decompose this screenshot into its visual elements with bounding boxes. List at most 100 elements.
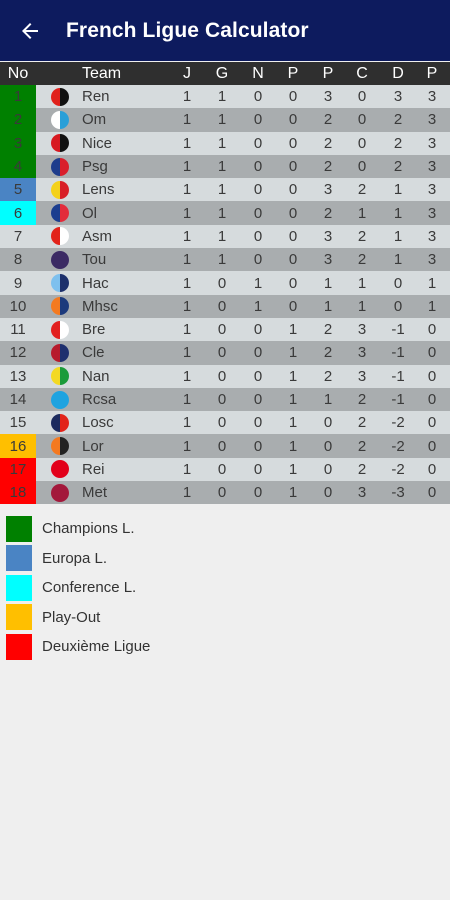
played-cell: 1: [182, 227, 192, 245]
team-logo: [49, 248, 71, 271]
lost-cell: 0: [288, 181, 298, 199]
table-header: No Team J G N P P C D P: [0, 62, 450, 85]
table-row[interactable]: 1 Ren 1 1 0 0 3 0 3 3: [0, 85, 450, 109]
team-name: Nan: [82, 367, 110, 385]
rank-zone-indicator: 2: [0, 108, 36, 132]
goals-for-cell: 3: [323, 88, 333, 106]
team-logo: [49, 108, 71, 131]
points-cell: 3: [427, 111, 437, 129]
drawn-cell: 0: [253, 181, 263, 199]
points-cell: 0: [427, 367, 437, 385]
col-header-no: No: [7, 64, 29, 82]
won-cell: 0: [217, 344, 227, 362]
drawn-cell: 0: [253, 344, 263, 362]
team-crest-icon: [51, 227, 69, 246]
drawn-cell: 1: [253, 274, 263, 292]
table-row[interactable]: 17 Rei 1 0 0 1 0 2 -2 0: [0, 457, 450, 482]
team-logo: [49, 201, 71, 224]
table-row[interactable]: 3 Nice 1 1 0 0 2 0 2 3: [0, 131, 450, 155]
goals-for-cell: 2: [323, 158, 333, 176]
team-name: Mhsc: [82, 297, 118, 315]
standings-table: No Team J G N P P C D P 1 Ren 1 1 0 0 3 0 3 3 2 Om 1…: [0, 62, 450, 505]
table-row[interactable]: 15 Losc 1 0 0 1 0 2 -2 0: [0, 411, 450, 435]
played-cell: 1: [182, 414, 192, 432]
goals-against-cell: 1: [357, 274, 367, 292]
rank-zone-indicator: 6: [0, 201, 36, 225]
goals-for-cell: 2: [323, 344, 333, 362]
lost-cell: 0: [288, 111, 298, 129]
won-cell: 1: [217, 134, 227, 152]
table-row[interactable]: 8 Tou 1 1 0 0 3 2 1 3: [0, 248, 450, 272]
table-row[interactable]: 2 Om 1 1 0 0 2 0 2 3: [0, 108, 450, 132]
team-name: Losc: [82, 414, 114, 432]
table-row[interactable]: 13 Nan 1 0 0 1 2 3 -1 0: [0, 364, 450, 388]
table-row[interactable]: 4 Psg 1 1 0 0 2 0 2 3: [0, 154, 450, 179]
drawn-cell: 0: [253, 227, 263, 245]
goal-diff-cell: 3: [393, 88, 403, 106]
played-cell: 1: [182, 460, 192, 478]
goal-diff-cell: 1: [393, 227, 403, 245]
won-cell: 1: [217, 88, 227, 106]
goals-for-cell: 2: [323, 134, 333, 152]
team-name: Nice: [82, 134, 113, 152]
team-crest-icon: [51, 180, 69, 199]
team-crest-icon: [51, 367, 69, 386]
table-row[interactable]: 16 Lor 1 0 0 1 0 2 -2 0: [0, 434, 450, 458]
table-row[interactable]: 14 Rcsa 1 0 0 1 1 2 -1 0: [0, 387, 450, 412]
team-name: Rei: [82, 460, 105, 478]
goals-against-cell: 2: [357, 437, 367, 455]
table-row[interactable]: 11 Bre 1 0 0 1 2 3 -1 0: [0, 317, 450, 342]
rank-zone-indicator: 18: [0, 481, 36, 505]
team-crest-icon: [51, 297, 69, 316]
goal-diff-cell: -2: [391, 414, 405, 432]
goal-diff-cell: 0: [393, 274, 403, 292]
rank-zone-indicator: 8: [13, 251, 23, 269]
goal-diff-cell: 2: [393, 134, 403, 152]
legend-swatch: [6, 633, 32, 660]
rank-zone-indicator: 14: [9, 391, 27, 408]
won-cell: 0: [217, 414, 227, 432]
rank-zone-indicator: 15: [9, 414, 27, 432]
played-cell: 1: [182, 484, 192, 502]
table-row[interactable]: 9 Hac 1 0 1 0 1 1 0 1: [0, 271, 450, 295]
goals-against-cell: 1: [357, 204, 367, 222]
team-logo: [49, 411, 71, 434]
team-logo: [49, 388, 71, 411]
won-cell: 0: [217, 274, 227, 292]
goals-against-cell: 3: [357, 484, 367, 502]
team-logo: [49, 341, 71, 364]
drawn-cell: 0: [253, 484, 263, 502]
team-name: Lor: [82, 437, 104, 455]
col-header-g: G: [215, 64, 229, 82]
goal-diff-cell: 2: [393, 111, 403, 129]
team-name: Ren: [82, 88, 110, 106]
legend-label: Champions L.: [42, 520, 135, 538]
table-row[interactable]: 5 Lens 1 1 0 0 3 2 1 3: [0, 178, 450, 202]
goal-diff-cell: 1: [393, 204, 403, 222]
goal-diff-cell: 2: [393, 158, 403, 176]
played-cell: 1: [182, 204, 192, 222]
col-header-p: P: [322, 64, 334, 82]
table-row[interactable]: 7 Asm 1 1 0 0 3 2 1 3: [0, 224, 450, 249]
back-button[interactable]: [4, 0, 56, 61]
drawn-cell: 0: [253, 158, 263, 176]
played-cell: 1: [182, 344, 192, 362]
goals-for-cell: 0: [323, 484, 333, 502]
goals-for-cell: 2: [323, 321, 333, 339]
team-crest-icon: [51, 437, 69, 456]
points-cell: 0: [427, 321, 437, 339]
lost-cell: 1: [288, 391, 298, 408]
played-cell: 1: [182, 134, 192, 152]
table-row[interactable]: 6 Ol 1 1 0 0 2 1 1 3: [0, 201, 450, 225]
drawn-cell: 0: [253, 134, 263, 152]
team-crest-icon: [51, 110, 69, 129]
table-row[interactable]: 12 Cle 1 0 0 1 2 3 -1 0: [0, 341, 450, 365]
rank-zone-indicator: 3: [0, 131, 36, 155]
table-row[interactable]: 10 Mhsc 1 0 1 0 1 1 0 1: [0, 294, 450, 318]
legend-label: Play-Out: [42, 608, 101, 626]
goal-diff-cell: -3: [391, 484, 405, 502]
col-header-c: C: [356, 64, 368, 82]
played-cell: 1: [182, 274, 192, 292]
table-row[interactable]: 18 Met 1 0 0 1 0 3 -3 0: [0, 481, 450, 505]
legend-label: Conference L.: [42, 579, 137, 597]
